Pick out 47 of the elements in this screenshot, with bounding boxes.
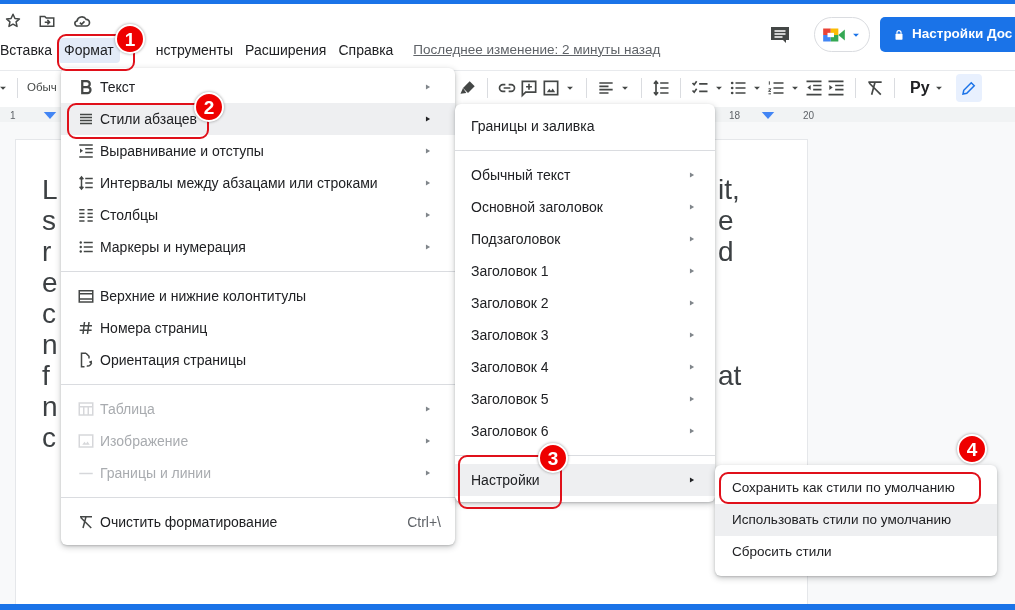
menu-item[interactable]: Верхние и нижние колонтитулы xyxy=(61,280,455,312)
menu-item[interactable]: Заголовок 2 xyxy=(455,287,715,319)
menu-item[interactable]: Выравнивание и отступы xyxy=(61,135,455,167)
menu-item[interactable]: Настройки xyxy=(455,464,715,496)
menu-item[interactable]: Границы и заливка xyxy=(455,110,715,142)
ruler-number: 1 xyxy=(10,109,16,123)
menu-item[interactable]: Ориентация страницы xyxy=(61,344,455,376)
menu-item[interactable]: Заголовок 1 xyxy=(455,255,715,287)
menu-bar-item[interactable]: нструменты xyxy=(149,37,239,63)
document-text: at xyxy=(718,360,742,391)
menu-item[interactable]: Заголовок 3 xyxy=(455,319,715,351)
menu-item[interactable]: Обычный текст xyxy=(455,159,715,191)
menu-item[interactable]: Сбросить стили xyxy=(715,536,997,568)
menu-item[interactable]: Заголовок 4 xyxy=(455,351,715,383)
last-edit-link[interactable]: Последнее изменение: 2 минуты назад xyxy=(413,39,661,61)
step-number: 1 xyxy=(115,24,145,54)
menu-bar-item[interactable]: Расширения xyxy=(239,37,333,63)
document-text: e xyxy=(718,205,734,236)
menu-bar-item[interactable]: Справка xyxy=(332,37,400,63)
menu-bar-item[interactable]: Вставка xyxy=(0,37,59,63)
document-text: it, xyxy=(718,174,740,205)
document-text: L xyxy=(42,174,58,205)
menu-item[interactable]: Основной заголовок xyxy=(455,191,715,223)
share-button[interactable]: Настройки Дос xyxy=(880,17,1015,52)
menu-item[interactable]: Очистить форматирование Ctrl+\ xyxy=(61,506,455,538)
document-text: f xyxy=(42,360,50,391)
document-text: c xyxy=(42,422,56,453)
document-text: e xyxy=(42,267,58,298)
menu-item[interactable]: Номера страниц xyxy=(61,312,455,344)
document-text: n xyxy=(42,329,58,360)
document-text: d xyxy=(718,236,734,267)
menu-item[interactable]: Сохранить как стили по умолчанию xyxy=(715,472,997,504)
document-text: s xyxy=(42,205,56,236)
document-text: n xyxy=(42,391,58,422)
menu-item[interactable]: Столбцы xyxy=(61,199,455,231)
menu-item[interactable]: Подзаголовок xyxy=(455,223,715,255)
menu-bar-item[interactable]: Формат xyxy=(58,37,120,63)
style-select[interactable]: Обыч xyxy=(27,78,57,97)
document-text: r xyxy=(42,236,52,267)
menu-item[interactable]: Маркеры и нумерация xyxy=(61,231,455,263)
menu-item[interactable]: Использовать стили по умолчанию xyxy=(715,504,997,536)
ruler-number: 20 xyxy=(803,109,815,123)
ruler-number: 18 xyxy=(729,109,741,123)
document-text: c xyxy=(42,298,56,329)
menu-item[interactable]: Заголовок 5 xyxy=(455,383,715,415)
menu-item[interactable]: Интервалы между абзацами или строками xyxy=(61,167,455,199)
input-tools-button[interactable]: Ру xyxy=(910,75,930,100)
